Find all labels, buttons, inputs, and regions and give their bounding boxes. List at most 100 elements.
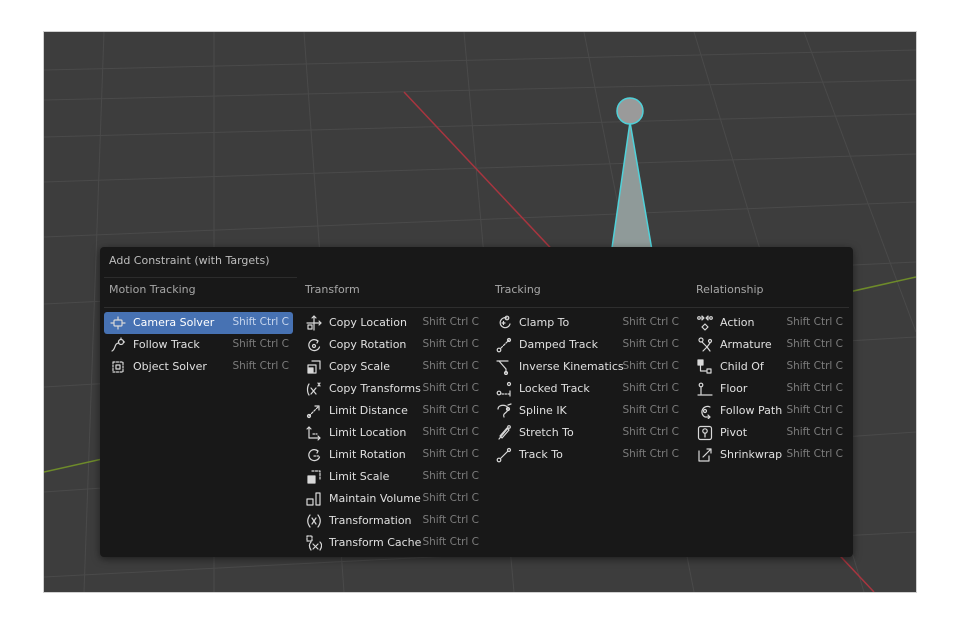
bone[interactable]: [609, 97, 655, 263]
menu-item-label: Action: [720, 316, 755, 329]
menu-item-shortcut: Shift Ctrl C: [422, 316, 479, 328]
menu-item-copy-location[interactable]: Copy Location Shift Ctrl C: [300, 312, 483, 334]
menu-item-limit-location[interactable]: Limit Location Shift Ctrl C: [300, 422, 483, 444]
menu-item-label: Follow Track: [133, 338, 200, 351]
menu-item-shortcut: Shift Ctrl C: [232, 316, 289, 328]
action-icon: [697, 315, 713, 331]
menu-item-label: Limit Location: [329, 426, 407, 439]
copy-location-icon: [306, 315, 322, 331]
menu-item-shortcut: Shift Ctrl C: [786, 360, 843, 372]
menu-item-camera-solver[interactable]: Camera Solver Shift Ctrl C: [104, 312, 293, 334]
menu-item-stretch-to[interactable]: Stretch To Shift Ctrl C: [490, 422, 683, 444]
menu-item-label: Shrinkwrap: [720, 448, 783, 461]
copy-transforms-icon: [306, 381, 322, 397]
menu-item-limit-rotation[interactable]: Limit Rotation Shift Ctrl C: [300, 444, 483, 466]
menu-item-label: Limit Rotation: [329, 448, 406, 461]
menu-item-shortcut: Shift Ctrl C: [422, 536, 479, 548]
menu-item-label: Maintain Volume: [329, 492, 421, 505]
add-constraint-menu: Add Constraint (with Targets) Motion Tra…: [100, 247, 853, 557]
menu-item-locked-track[interactable]: Locked Track Shift Ctrl C: [490, 378, 683, 400]
menu-item-label: Camera Solver: [133, 316, 215, 329]
menu-item-shortcut: Shift Ctrl C: [422, 448, 479, 460]
menu-item-label: Copy Scale: [329, 360, 390, 373]
menu-item-armature[interactable]: Armature Shift Ctrl C: [691, 334, 847, 356]
armature-icon: [697, 337, 713, 353]
column-motion-tracking: Camera Solver Shift Ctrl C Follow Track Shi…: [104, 312, 293, 378]
title-separator: [104, 277, 297, 278]
copy-rotation-icon: [306, 337, 322, 353]
column-relationship: Action Shift Ctrl C Armature Shift Ctrl C Ch…: [691, 312, 847, 466]
clamp-to-icon: [496, 315, 512, 331]
menu-item-shortcut: Shift Ctrl C: [622, 360, 679, 372]
menu-item-maintain-volume[interactable]: Maintain Volume Shift Ctrl C: [300, 488, 483, 510]
copy-scale-icon: [306, 359, 322, 375]
limit-distance-icon: [306, 403, 322, 419]
menu-item-shortcut: Shift Ctrl C: [786, 382, 843, 394]
shrinkwrap-icon: [697, 447, 713, 463]
heading-separator: [104, 307, 849, 308]
menu-item-object-solver[interactable]: Object Solver Shift Ctrl C: [104, 356, 293, 378]
menu-item-label: Copy Transforms: [329, 382, 421, 395]
menu-item-label: Child Of: [720, 360, 764, 373]
menu-item-shortcut: Shift Ctrl C: [422, 470, 479, 482]
menu-item-shortcut: Shift Ctrl C: [422, 404, 479, 416]
menu-item-copy-transforms[interactable]: Copy Transforms Shift Ctrl C: [300, 378, 483, 400]
menu-item-label: Transform Cache: [329, 536, 422, 549]
menu-item-limit-distance[interactable]: Limit Distance Shift Ctrl C: [300, 400, 483, 422]
menu-item-label: Spline IK: [519, 404, 567, 417]
menu-item-follow-path[interactable]: Follow Path Shift Ctrl C: [691, 400, 847, 422]
inverse-kinematics-icon: [496, 359, 512, 375]
menu-item-action[interactable]: Action Shift Ctrl C: [691, 312, 847, 334]
menu-item-transformation[interactable]: Transformation Shift Ctrl C: [300, 510, 483, 532]
bone-body[interactable]: [609, 121, 655, 263]
menu-item-copy-rotation[interactable]: Copy Rotation Shift Ctrl C: [300, 334, 483, 356]
menu-item-shortcut: Shift Ctrl C: [622, 316, 679, 328]
menu-item-label: Copy Location: [329, 316, 407, 329]
menu-item-shortcut: Shift Ctrl C: [422, 426, 479, 438]
menu-item-track-to[interactable]: Track To Shift Ctrl C: [490, 444, 683, 466]
limit-location-icon: [306, 425, 322, 441]
stretch-to-icon: [496, 425, 512, 441]
menu-item-pivot[interactable]: Pivot Shift Ctrl C: [691, 422, 847, 444]
menu-item-label: Copy Rotation: [329, 338, 407, 351]
menu-item-transform-cache[interactable]: Transform Cache Shift Ctrl C: [300, 532, 483, 554]
heading-motion-tracking: Motion Tracking: [109, 283, 196, 296]
menu-item-shortcut: Shift Ctrl C: [232, 360, 289, 372]
menu-item-spline-ik[interactable]: Spline IK Shift Ctrl C: [490, 400, 683, 422]
maintain-volume-icon: [306, 491, 322, 507]
follow-track-icon: [110, 337, 126, 353]
locked-track-icon: [496, 381, 512, 397]
menu-item-label: Transformation: [329, 514, 412, 527]
transform-cache-icon: [306, 535, 322, 551]
menu-item-shrinkwrap[interactable]: Shrinkwrap Shift Ctrl C: [691, 444, 847, 466]
limit-rotation-icon: [306, 447, 322, 463]
menu-item-follow-track[interactable]: Follow Track Shift Ctrl C: [104, 334, 293, 356]
floor-icon: [697, 381, 713, 397]
menu-title: Add Constraint (with Targets): [109, 254, 270, 267]
menu-item-floor[interactable]: Floor Shift Ctrl C: [691, 378, 847, 400]
menu-item-copy-scale[interactable]: Copy Scale Shift Ctrl C: [300, 356, 483, 378]
menu-item-label: Stretch To: [519, 426, 574, 439]
child-of-icon: [697, 359, 713, 375]
menu-item-shortcut: Shift Ctrl C: [622, 338, 679, 350]
menu-item-damped-track[interactable]: Damped Track Shift Ctrl C: [490, 334, 683, 356]
menu-item-shortcut: Shift Ctrl C: [786, 448, 843, 460]
menu-item-inverse-kinematics[interactable]: Inverse Kinematics Shift Ctrl C: [490, 356, 683, 378]
spline-ik-icon: [496, 403, 512, 419]
column-transform: Copy Location Shift Ctrl C Copy Rotation Sh…: [300, 312, 483, 554]
menu-item-shortcut: Shift Ctrl C: [422, 338, 479, 350]
menu-item-limit-scale[interactable]: Limit Scale Shift Ctrl C: [300, 466, 483, 488]
menu-item-clamp-to[interactable]: Clamp To Shift Ctrl C: [490, 312, 683, 334]
menu-item-label: Track To: [519, 448, 563, 461]
menu-item-shortcut: Shift Ctrl C: [622, 382, 679, 394]
menu-item-child-of[interactable]: Child Of Shift Ctrl C: [691, 356, 847, 378]
bone-head[interactable]: [616, 97, 644, 125]
menu-item-label: Locked Track: [519, 382, 590, 395]
menu-item-label: Floor: [720, 382, 748, 395]
menu-item-shortcut: Shift Ctrl C: [422, 492, 479, 504]
damped-track-icon: [496, 337, 512, 353]
menu-item-shortcut: Shift Ctrl C: [422, 514, 479, 526]
menu-item-shortcut: Shift Ctrl C: [232, 338, 289, 350]
menu-item-label: Pivot: [720, 426, 748, 439]
menu-item-shortcut: Shift Ctrl C: [786, 316, 843, 328]
